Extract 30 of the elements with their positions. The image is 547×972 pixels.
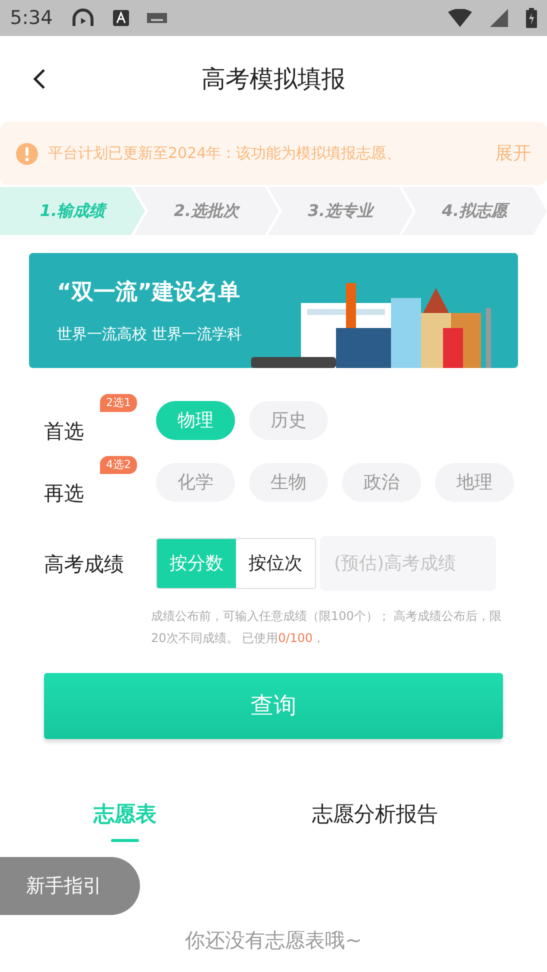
keyboard-language-icon	[112, 10, 129, 26]
score-hint: 成绩公布前，可输入任意成绩（限100个）； 高考成绩公布后，限20次不同成绩。 已使用0/100，	[151, 608, 503, 647]
back-icon[interactable]	[32, 68, 46, 90]
subject-option[interactable]: 地理	[435, 462, 514, 502]
signal-icon	[490, 9, 508, 27]
query-button[interactable]: 查询	[44, 673, 503, 739]
empty-message: 你还没有志愿表哦~	[185, 927, 362, 954]
notice-text: 平台计划已更新至2024年：该功能为模拟填报志愿、	[48, 143, 402, 164]
banner-subtitle: 世界一流高校 世界一流学科	[57, 324, 242, 345]
score-mode-tab[interactable]: 按分数	[157, 539, 236, 588]
subject-option[interactable]: 政治	[342, 462, 421, 502]
subject-label: 再选	[44, 480, 84, 507]
score-label: 高考成绩	[44, 550, 125, 578]
subject-option[interactable]: 历史	[249, 400, 328, 440]
limit-badge: 4选2	[100, 456, 137, 474]
status-time: 5:34	[10, 6, 53, 31]
banner[interactable]: “双一流”建设名单 世界一流高校 世界一流学科	[29, 253, 518, 368]
banner-title: “双一流”建设名单	[57, 278, 241, 307]
exclamation-icon	[16, 142, 38, 164]
wifi-icon	[448, 9, 472, 27]
headphones-icon	[70, 8, 95, 28]
subject-option[interactable]: 化学	[156, 462, 235, 502]
subject-option[interactable]: 物理	[156, 400, 235, 440]
expand-link[interactable]: 展开	[495, 140, 531, 167]
guide-button[interactable]: 新手指引	[0, 857, 140, 915]
battery-icon	[526, 8, 537, 28]
page-title: 高考模拟填报	[202, 64, 346, 95]
limit-badge: 2选1	[100, 394, 137, 412]
subject-option[interactable]: 生物	[249, 462, 328, 502]
subject-label: 首选	[44, 418, 84, 445]
